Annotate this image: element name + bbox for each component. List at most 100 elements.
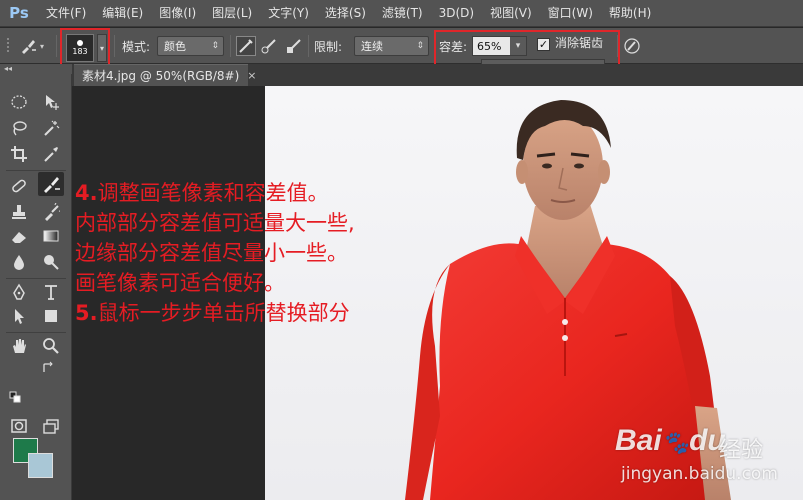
path-selection-tool[interactable]: [6, 304, 32, 328]
sampling-background-button[interactable]: [284, 28, 304, 64]
color-replacement-tool[interactable]: [38, 172, 64, 196]
updown-arrow-icon: ⇕: [211, 41, 219, 51]
ellipse-marquee-icon: [11, 95, 27, 109]
background-color-swatch[interactable]: [28, 453, 53, 478]
tool-preset-picker[interactable]: ▾: [18, 28, 44, 64]
sampling-continuous-icon: [236, 36, 256, 56]
history-brush-icon: [45, 203, 60, 221]
gradient-icon: [43, 230, 59, 242]
sampling-once-button[interactable]: [260, 28, 280, 64]
pen-pressure-icon: [622, 36, 642, 56]
mode-dropdown[interactable]: 颜色 ⇕: [157, 36, 224, 56]
grip-icon: [7, 38, 9, 52]
default-colors-button[interactable]: [8, 390, 22, 404]
limit-label: 限制:: [314, 39, 343, 54]
menu-window[interactable]: 窗口(W): [540, 0, 601, 27]
blur-tool[interactable]: [6, 250, 32, 274]
menu-image[interactable]: 图像(I): [151, 0, 204, 27]
bandage-icon: [12, 179, 26, 193]
pen-tool[interactable]: [6, 280, 32, 304]
screen-mode-button[interactable]: [38, 414, 64, 438]
magic-wand-tool[interactable]: [38, 116, 64, 140]
move-icon: [46, 95, 59, 110]
magic-wand-icon: [44, 120, 60, 136]
hand-tool[interactable]: [6, 334, 32, 358]
menu-edit[interactable]: 编辑(E): [94, 0, 151, 27]
crop-tool[interactable]: [6, 142, 32, 166]
rectangle-icon: [45, 310, 57, 322]
dodge-icon: [44, 255, 59, 270]
close-icon[interactable]: ×: [247, 69, 256, 82]
elliptical-marquee-tool[interactable]: [6, 90, 32, 114]
annotation-line: 边缘部分容差值尽量小一些。: [75, 241, 348, 265]
menu-bar: Ps 文件(F) 编辑(E) 图像(I) 图层(L) 文字(Y) 选择(S) 滤…: [0, 0, 803, 27]
screen-mode-icon: [43, 419, 59, 434]
chevron-down-icon[interactable]: ▾: [510, 37, 526, 55]
menu-filter[interactable]: 滤镜(T): [374, 0, 431, 27]
menu-3d[interactable]: 3D(D): [431, 0, 482, 27]
document-tab-title: 素材4.jpg @ 50%(RGB/8#): [82, 69, 240, 83]
menu-type[interactable]: 文字(Y): [260, 0, 317, 27]
sampling-continuous-button[interactable]: [236, 28, 256, 64]
color-replacement-brush-icon: [18, 36, 38, 56]
type-icon: [45, 285, 57, 300]
sampling-once-icon: [260, 36, 280, 56]
limit-dropdown[interactable]: 连续 ⇕: [354, 36, 429, 56]
eraser-tool[interactable]: [6, 224, 32, 248]
menu-select[interactable]: 选择(S): [317, 0, 374, 27]
toolbox: [0, 74, 72, 500]
chevron-down-icon: ▾: [40, 41, 45, 51]
zoom-tool[interactable]: [38, 334, 64, 358]
annotation-line: 内部部分容差值可适量大一些,: [75, 211, 355, 235]
rectangle-tool[interactable]: [38, 304, 64, 328]
eraser-icon: [12, 232, 26, 243]
eyedropper-icon: [44, 147, 58, 162]
hand-icon: [13, 339, 26, 353]
tutorial-annotations: 4.调整画笔像素和容差值。 内部部分容差值可适量大一些, 边缘部分容差值尽量小一…: [75, 178, 535, 328]
lasso-tool[interactable]: [6, 116, 32, 140]
limit-value: 连续: [361, 40, 383, 53]
antialias-label: 消除锯齿: [555, 35, 604, 50]
move-tool[interactable]: [38, 90, 64, 114]
collapse-panel-icon[interactable]: ◂◂: [0, 64, 72, 74]
updown-arrow-icon: ⇕: [416, 41, 424, 51]
mode-label: 模式:: [122, 39, 151, 54]
menu-layer[interactable]: 图层(L): [204, 0, 260, 27]
watermark-jingyan: 经验: [719, 438, 764, 463]
annotation-line: 4.调整画笔像素和容差值。: [75, 181, 329, 205]
document-tab[interactable]: 素材4.jpg @ 50%(RGB/8#) ×: [74, 64, 257, 86]
eyedropper-tool[interactable]: [38, 142, 64, 166]
droplet-icon: [14, 255, 24, 270]
swap-arrow-icon: [43, 361, 53, 372]
menu-help[interactable]: 帮助(H): [601, 0, 659, 27]
spot-healing-brush-tool[interactable]: [6, 174, 32, 198]
menu-file[interactable]: 文件(F): [38, 0, 94, 27]
type-tool[interactable]: [38, 280, 64, 304]
zoom-icon: [43, 338, 59, 354]
brush-tip-icon: [77, 40, 83, 46]
quick-mask-button[interactable]: [6, 414, 32, 438]
tolerance-value: 65%: [477, 39, 502, 53]
brush-preview: 183: [66, 34, 94, 62]
dodge-tool[interactable]: [38, 250, 64, 274]
photoshop-logo[interactable]: Ps: [0, 0, 38, 27]
antialias-checkbox[interactable]: ✓: [537, 38, 550, 51]
baidu-watermark: Bai🐾du 经验 jingyan.baidu.com: [615, 420, 800, 500]
pressure-size-button[interactable]: [622, 28, 642, 64]
default-colors-icon: [9, 391, 21, 403]
watermark-url: jingyan.baidu.com: [621, 464, 778, 484]
lasso-icon: [13, 121, 27, 136]
swap-colors-button[interactable]: [38, 360, 58, 376]
clone-stamp-tool[interactable]: [6, 200, 32, 224]
brush-preset-picker[interactable]: 183 ▾: [60, 28, 110, 66]
path-select-icon: [15, 309, 24, 324]
tolerance-input[interactable]: 65% ▾: [472, 36, 527, 56]
chevron-down-icon[interactable]: ▾: [97, 34, 107, 62]
annotation-line: 5.鼠标一步步单击所替换部分: [75, 301, 350, 325]
options-bar: ▾ 模式: 颜色 ⇕ 限制: 连续 ⇕ 容差:: [0, 28, 803, 64]
menu-view[interactable]: 视图(V): [482, 0, 540, 27]
stamp-icon: [12, 205, 26, 219]
history-brush-tool[interactable]: [38, 200, 64, 224]
gradient-tool[interactable]: [38, 224, 64, 248]
quick-mask-icon: [11, 419, 27, 433]
